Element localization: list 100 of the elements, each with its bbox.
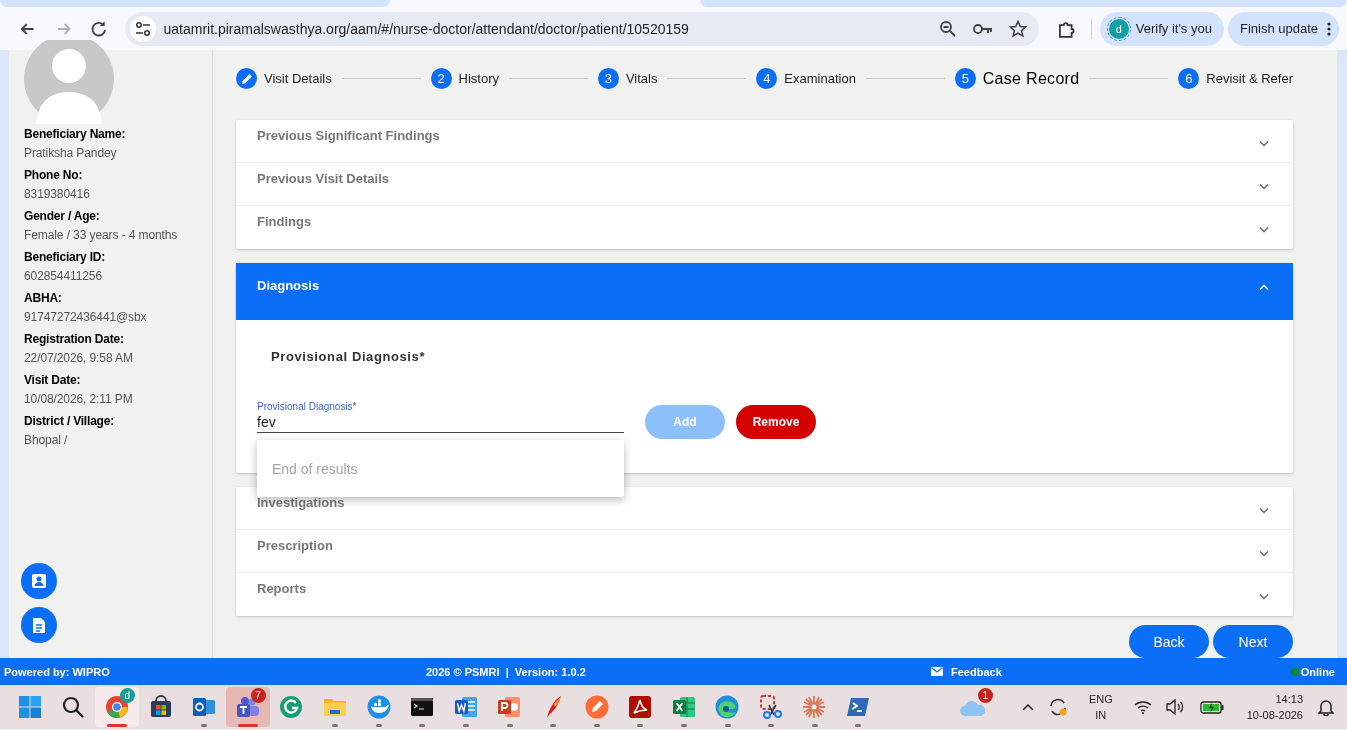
key-icon[interactable] [973, 21, 994, 36]
starburst-icon [802, 695, 827, 719]
field-value: Bhopal / [24, 433, 69, 447]
chevron-down-icon [1259, 550, 1269, 557]
slides-icon [497, 695, 522, 719]
input-field[interactable]: fev [257, 414, 624, 433]
running-indicator [550, 724, 557, 727]
field-label: District / Village: [24, 414, 115, 428]
shopping-bag-icon [148, 695, 173, 719]
field-value: 91747272436441@sbx [24, 310, 148, 324]
nav-button[interactable]: Back [1129, 625, 1209, 658]
stepper-step[interactable]: 3 Vitals [597, 68, 658, 89]
chevron-up-icon[interactable] [1021, 703, 1034, 711]
panel-header[interactable]: Previous Visit Details [236, 163, 1293, 206]
panel-header[interactable]: Reports [236, 573, 1293, 616]
scissors-icon [758, 695, 783, 719]
panel-header[interactable]: Previous Significant Findings [236, 120, 1293, 163]
taskbar-app[interactable]: 7 [225, 687, 270, 727]
running-indicator [680, 724, 687, 727]
pdf-icon [628, 695, 653, 719]
running-indicator [462, 724, 469, 727]
stepper-step[interactable]: Visit Details [236, 68, 332, 89]
battery-icon[interactable] [1199, 700, 1224, 714]
remove-button[interactable]: Remove [736, 405, 816, 439]
running-indicator [768, 724, 775, 727]
windows-logo-icon [17, 695, 42, 719]
search-icon [61, 695, 86, 719]
running-indicator [637, 724, 644, 727]
field-value: 602854411256 [24, 269, 103, 283]
field-label: Registration Date: [24, 332, 125, 346]
field-label: Beneficiary ID: [24, 250, 107, 264]
spreadsheet-icon [671, 695, 696, 719]
section-heading: Provisional Diagnosis* [271, 349, 427, 364]
cloud-icon[interactable] [958, 699, 987, 717]
nav-button[interactable]: Next [1213, 625, 1293, 658]
feedback-link[interactable]: Feedback [931, 665, 1002, 678]
stepper-step[interactable]: 6 Revisit & Refer [1178, 68, 1293, 89]
wifi-icon[interactable] [1133, 700, 1152, 714]
chevron-down-icon [1259, 593, 1269, 600]
notification-badge: 1 [977, 688, 993, 703]
clock[interactable]: 14:13 10-08-2026 [1246, 691, 1303, 723]
empty-results-text: End of results [272, 461, 358, 477]
field-label: Provisional Diagnosis* [257, 401, 358, 412]
field-label: Gender / Age: [24, 209, 101, 223]
stepper-step[interactable]: 5 Case Record [954, 68, 1080, 89]
running-indicator [237, 724, 258, 727]
running-indicator [855, 724, 862, 727]
site-settings-icon[interactable] [134, 20, 151, 37]
star-icon[interactable] [1009, 19, 1028, 38]
running-indicator [375, 724, 382, 727]
field-label: ABHA: [24, 291, 63, 305]
bell-icon[interactable] [1318, 698, 1334, 716]
mail-icon [192, 695, 217, 719]
notification-badge: 7 [250, 688, 266, 703]
running-indicator [593, 724, 600, 727]
reload-icon[interactable] [89, 18, 109, 39]
running-indicator [107, 724, 128, 727]
terminal-icon [410, 695, 435, 719]
running-indicator [332, 724, 339, 727]
field-value: Female / 33 years - 4 months [24, 228, 179, 242]
panel-header[interactable]: Prescription [236, 530, 1293, 573]
pen-circle-icon [584, 695, 609, 719]
speaker-icon[interactable] [1165, 699, 1186, 715]
profile-button[interactable]: d Verify it's you [1099, 11, 1224, 46]
profile-avatar: d [1108, 18, 1129, 39]
sync-icon[interactable] [1047, 697, 1068, 717]
version-text: 2026 © PSMRI | Version: 1.0.2 [426, 665, 587, 678]
arc-circle-icon [279, 695, 304, 719]
field-label: Phone No: [24, 168, 84, 182]
zoom-out-icon[interactable] [939, 19, 958, 38]
field-value: 10/08/2026, 2:11 PM [24, 392, 134, 406]
field-value: Pratiksha Pandey [24, 146, 118, 160]
taskbar-app[interactable]: d [95, 687, 139, 727]
running-indicator [201, 724, 208, 727]
stepper-step[interactable]: 4 Examination [756, 68, 856, 89]
url-text: uatamrit.piramalswasthya.org/aam/#/nurse-doctor/attendant/doctor/patient/10520159 [163, 20, 689, 37]
chevron-down-icon [1259, 183, 1269, 190]
panel-header[interactable]: Diagnosis [236, 263, 1293, 320]
field-value: 22/07/2026, 9:58 AM [24, 351, 134, 365]
update-button[interactable]: Finish update [1227, 11, 1339, 46]
panel-header[interactable]: Investigations [236, 487, 1293, 530]
contact-card-icon [31, 573, 47, 589]
chevron-up-icon [1259, 284, 1269, 291]
address-bar[interactable]: uatamrit.piramalswasthya.org/aam/#/nurse-doctor/attendant/doctor/patient/10520159 [124, 11, 1040, 46]
field-label: Beneficiary Name: [24, 127, 127, 141]
document-button[interactable] [21, 607, 57, 643]
wave-circle-icon [715, 695, 740, 719]
chevron-down-icon [1259, 226, 1269, 233]
running-indicator [724, 724, 731, 727]
profile-card-button[interactable] [21, 563, 57, 599]
chevron-down-icon [1259, 140, 1269, 147]
language-indicator[interactable]: ENG IN [1088, 691, 1113, 723]
running-indicator [811, 724, 818, 727]
whale-icon [366, 695, 391, 719]
field-label: Visit Date: [24, 373, 82, 387]
pencil-icon [240, 72, 253, 85]
stepper-step[interactable]: 2 History [430, 68, 499, 89]
document-icon [32, 616, 46, 634]
more-icon [1327, 21, 1331, 36]
panel-header[interactable]: Findings [236, 206, 1293, 249]
